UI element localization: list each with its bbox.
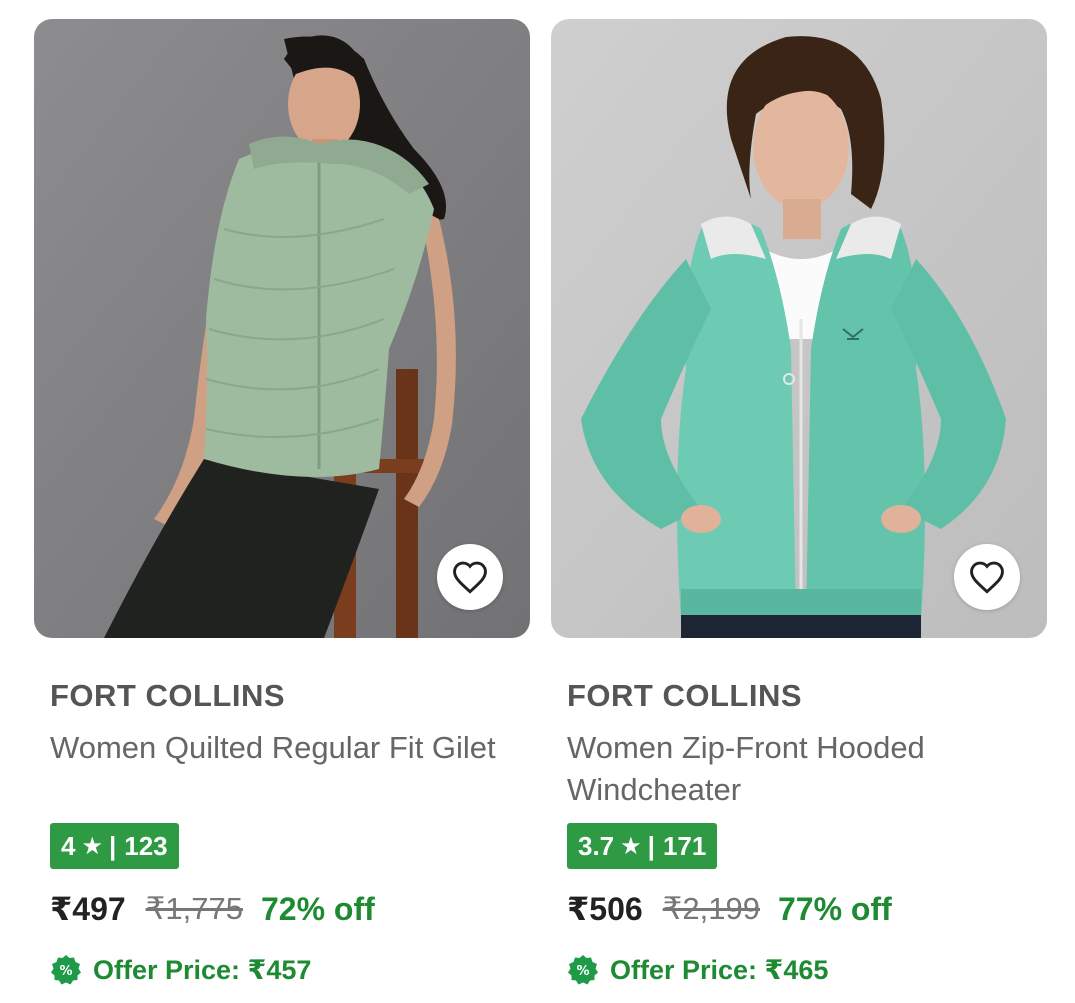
mrp-price: ₹1,775 — [145, 891, 243, 926]
selling-price: ₹506 — [567, 891, 643, 927]
heart-outline-icon — [453, 561, 487, 594]
wishlist-button[interactable] — [437, 544, 503, 610]
product-card[interactable]: FORT COLLINS Women Zip-Front Hooded Wind… — [551, 19, 1047, 985]
product-grid: FORT COLLINS Women Quilted Regular Fit G… — [0, 0, 1075, 1003]
offer-price: Offer Price: ₹465 — [610, 954, 829, 985]
discount-percent: 72% off — [260, 890, 375, 927]
product-image[interactable] — [551, 19, 1047, 638]
heart-outline-icon — [970, 561, 1004, 594]
price-row: ₹506 ₹2,199 77% off — [567, 886, 1037, 932]
product-image[interactable] — [34, 19, 530, 638]
product-photo-windcheater — [551, 19, 1047, 638]
brand-name: FORT COLLINS — [567, 678, 803, 713]
product-info: FORT COLLINS Women Zip-Front Hooded Wind… — [567, 675, 1037, 990]
brand-name: FORT COLLINS — [50, 678, 286, 713]
selling-price: ₹497 — [50, 891, 126, 927]
percent-badge-icon: % — [568, 955, 598, 985]
offer-price-row: % Offer Price: ₹457 — [50, 950, 520, 990]
rating-separator: | — [108, 830, 117, 861]
svg-text:%: % — [59, 964, 72, 979]
rating-count: 123 — [124, 830, 168, 861]
offer-price: Offer Price: ₹457 — [93, 954, 312, 985]
discount-percent: 77% off — [777, 890, 892, 927]
offer-price-row: % Offer Price: ₹465 — [567, 950, 1037, 990]
rating-separator: | — [647, 830, 655, 861]
svg-text:%: % — [576, 964, 589, 979]
product-info: FORT COLLINS Women Quilted Regular Fit G… — [50, 675, 520, 990]
star-icon: ★ — [81, 832, 103, 860]
rating-count: 171 — [662, 830, 707, 861]
product-title[interactable]: Women Zip-Front Hooded Windcheater — [567, 727, 1037, 811]
rating-value: 3.7 — [578, 830, 615, 861]
percent-badge-icon: % — [51, 955, 81, 985]
rating-badge: 4 ★ | 123 — [50, 823, 179, 869]
rating-value: 4 — [61, 830, 76, 861]
mrp-price: ₹2,199 — [662, 891, 760, 926]
rating-badge: 3.7 ★ | 171 — [567, 823, 718, 869]
product-title[interactable]: Women Quilted Regular Fit Gilet — [50, 727, 520, 811]
product-card[interactable]: FORT COLLINS Women Quilted Regular Fit G… — [34, 19, 530, 985]
star-icon: ★ — [620, 832, 642, 860]
wishlist-button[interactable] — [954, 544, 1020, 610]
product-photo-gilet — [34, 19, 530, 638]
price-row: ₹497 ₹1,775 72% off — [50, 886, 520, 932]
